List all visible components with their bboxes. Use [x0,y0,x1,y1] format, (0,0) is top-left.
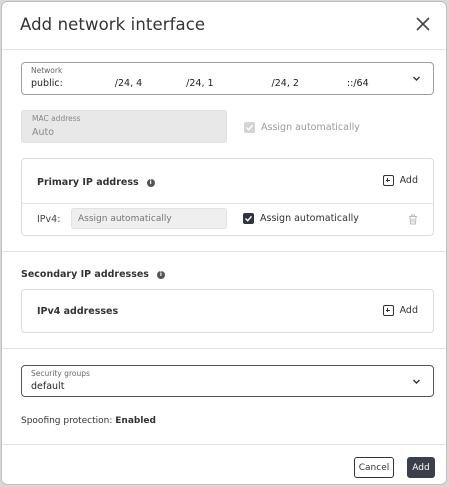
info-icon[interactable]: i [146,179,155,187]
security-groups-value: default [31,381,65,392]
ipv4-label: IPv4: [37,214,61,225]
section-divider [2,251,446,252]
mac-address-field: MAC address Auto [21,110,227,143]
cancel-button[interactable]: Cancel [354,457,394,478]
ipv4-addresses-add-button[interactable]: Add [382,305,418,316]
chevron-down-icon [413,76,420,81]
network-value-part: ::/64 [346,78,369,89]
mac-address-label: MAC address [32,114,81,123]
ipv4-assign-label: Assign automatically [260,213,359,224]
plus-square-icon [382,175,394,186]
dialog-title: Add network interface [20,15,206,34]
ipv4-addresses-card: IPv4 addresses Add [21,289,434,333]
primary-ip-header: Primary IP address i Add [22,159,433,203]
primary-ip-card: Primary IP address i Add IPv4: Assign aut… [21,158,434,236]
checkbox-checked-icon [244,122,255,133]
network-select[interactable]: Network public: /24, 4 /24, 1 /24, 2 ::/… [21,62,434,95]
network-value: public: /24, 4 /24, 1 /24, 2 ::/64 [31,78,369,89]
ipv4-addresses-title: IPv4 addresses [37,306,119,317]
primary-ip-title-text: Primary IP address [37,177,139,188]
primary-ip-title: Primary IP address i [37,177,155,188]
security-groups-label: Security groups [31,369,90,378]
primary-ip-add-button[interactable]: Add [382,175,418,186]
chevron-down-icon [413,379,420,384]
add-network-interface-dialog: Add network interface Network public: /2… [1,1,447,485]
info-icon[interactable]: i [156,271,165,279]
mac-address-value: Auto [32,127,55,138]
section-divider [2,348,446,349]
secondary-ip-title-text: Secondary IP addresses [21,269,149,280]
mac-assign-automatically-checkbox: Assign automatically [244,122,360,133]
spoofing-label: Spoofing protection: [21,416,116,426]
checkbox-checked-icon [243,213,254,224]
dialog-header: Add network interface [2,2,446,50]
footer-divider [2,444,446,445]
network-value-part: /24, 1 [186,78,214,89]
spoofing-value: Enabled [115,416,156,426]
network-value-part: public: [31,78,63,89]
primary-ip-add-label: Add [399,175,418,186]
network-value-part: /24, 2 [271,78,299,89]
secondary-ip-title: Secondary IP addresses i [21,269,165,280]
security-groups-select[interactable]: Security groups default [21,365,434,397]
ipv4-assign-automatically-checkbox[interactable]: Assign automatically [243,213,359,224]
network-label: Network [31,66,63,75]
trash-icon[interactable] [408,214,418,225]
network-value-part: /24, 4 [114,78,143,89]
close-icon[interactable] [414,15,432,33]
card-divider [22,203,433,204]
spoofing-protection-status: Spoofing protection: Enabled [21,416,156,426]
ipv4-input[interactable] [71,208,227,229]
add-button[interactable]: Add [407,457,435,478]
plus-square-icon [382,305,394,316]
mac-assign-label: Assign automatically [261,122,360,133]
ipv4-addresses-add-label: Add [399,305,418,316]
